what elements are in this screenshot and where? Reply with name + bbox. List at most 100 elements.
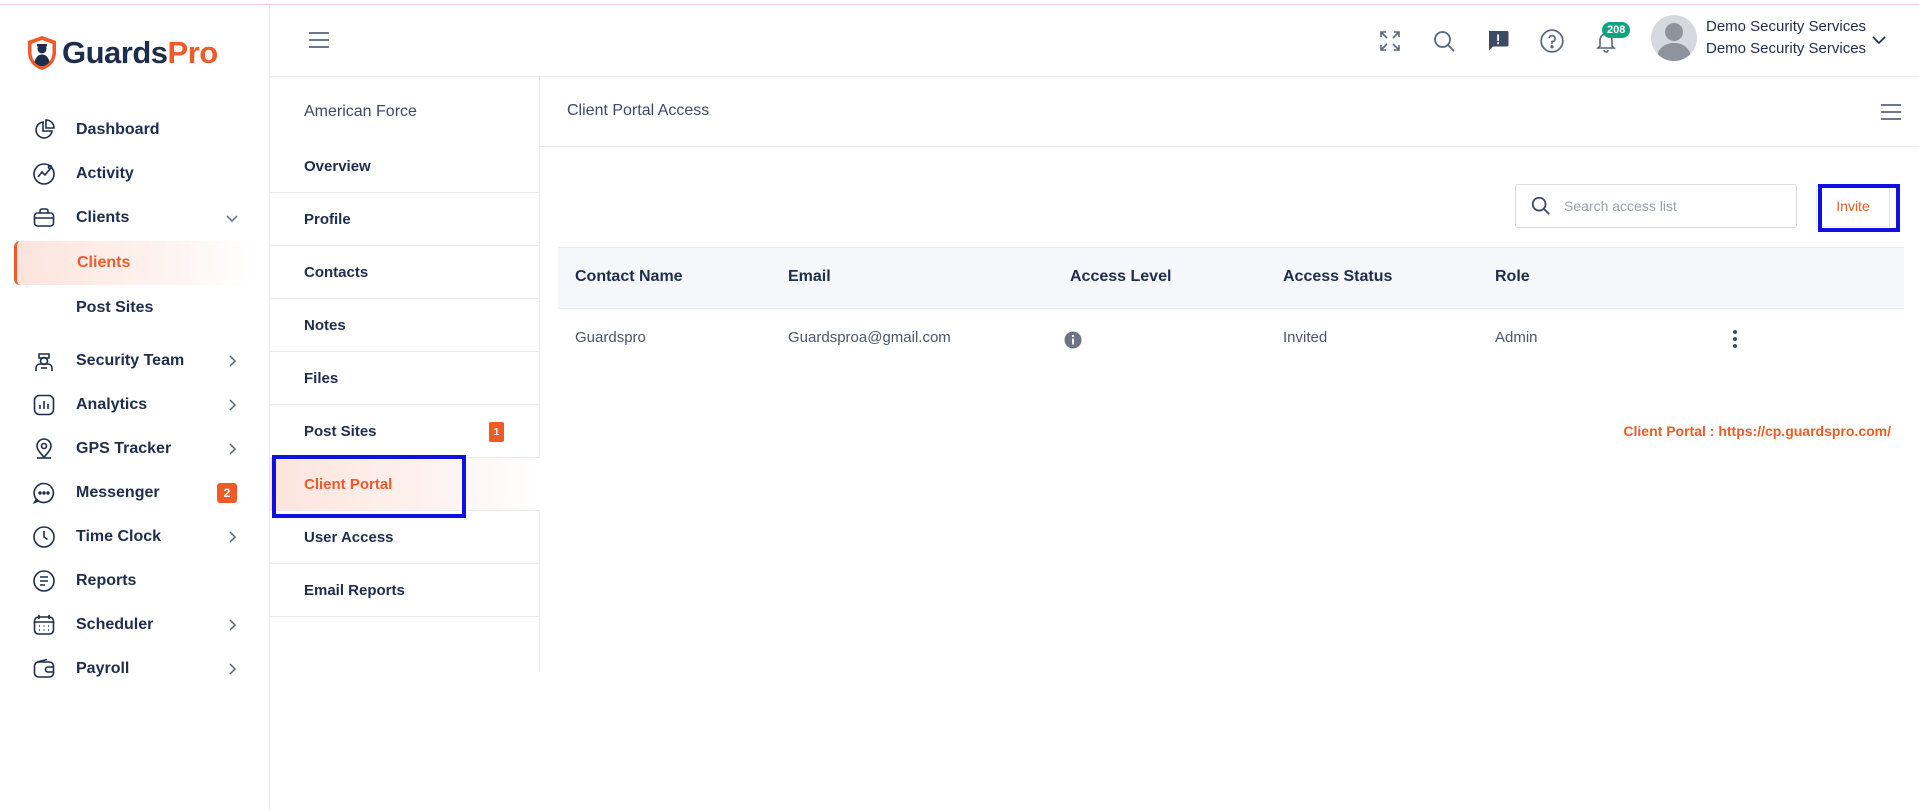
nav-payroll[interactable]: Payroll (14, 647, 254, 691)
nav-label: Activity (76, 165, 134, 182)
client-tab-label: Contacts (304, 263, 369, 281)
analytics-icon (30, 391, 58, 419)
nav-label: Clients (76, 209, 130, 226)
nav-label: Payroll (76, 660, 130, 677)
messenger-badge: 2 (217, 483, 237, 503)
nav-reports[interactable]: Reports (14, 559, 254, 603)
nav-label: Analytics (76, 396, 148, 413)
cell-contact-name: Guardspro (575, 329, 646, 346)
client-tab-label: Notes (304, 316, 346, 334)
user-avatar-icon (1656, 23, 1692, 61)
search-access-list-input[interactable] (1564, 198, 1784, 214)
nav-label: Post Sites (76, 299, 154, 316)
brand-name-part1: Guards (62, 35, 168, 70)
chevron-right-icon (229, 355, 237, 367)
client-tab-profile[interactable]: Profile (270, 193, 540, 246)
nav-security-team[interactable]: Security Team (14, 339, 254, 383)
nav-label: GPS Tracker (76, 440, 172, 457)
wallet-icon (30, 655, 58, 683)
avatar[interactable] (1651, 15, 1697, 61)
client-tab-email-reports[interactable]: Email Reports (270, 564, 540, 617)
hamburger-menu-icon[interactable] (308, 31, 330, 49)
main-content: Client Portal Access Invite Contact Name… (540, 77, 1919, 810)
column-header-role[interactable]: Role (1495, 268, 1530, 286)
client-name: American Force (304, 103, 417, 120)
nav-messenger[interactable]: Messenger 2 (14, 471, 254, 515)
nav-sub-clients[interactable]: Clients (14, 241, 254, 285)
nav-label: Messenger (76, 484, 160, 501)
top-header: 208 Demo Security Services Demo Security… (270, 5, 1919, 77)
content-header: Client Portal Access (540, 77, 1919, 147)
client-tab-user-access[interactable]: User Access (270, 511, 540, 564)
cell-access-status: Invited (1283, 329, 1328, 346)
activity-icon (30, 160, 58, 188)
map-pin-icon (30, 435, 58, 463)
notification-count-badge: 208 (1602, 22, 1631, 38)
search-box (1515, 184, 1797, 228)
chevron-right-icon (229, 531, 237, 543)
client-tab-post-sites[interactable]: Post Sites 1 (270, 405, 540, 458)
chevron-right-icon (229, 663, 237, 675)
page-title: Client Portal Access (567, 102, 710, 119)
client-tab-label: Client Portal (304, 475, 393, 493)
table-header: Contact Name Email Access Level Access S… (558, 247, 1904, 309)
client-tab-label: Post Sites (304, 422, 377, 440)
column-header-email[interactable]: Email (788, 268, 831, 286)
chat-icon (30, 479, 58, 507)
nav-dashboard[interactable]: Dashboard (14, 108, 254, 152)
nav-label: Security Team (76, 352, 185, 369)
nav-clients[interactable]: Clients (14, 196, 254, 240)
client-tab-label: User Access (304, 528, 394, 546)
client-tab-label: Email Reports (304, 581, 405, 599)
search-icon[interactable] (1430, 27, 1458, 55)
nav-analytics[interactable]: Analytics (14, 383, 254, 427)
guard-icon (30, 347, 58, 375)
invite-button[interactable]: Invite (1816, 185, 1890, 227)
column-header-access-level[interactable]: Access Level (1070, 268, 1171, 286)
column-header-contact-name[interactable]: Contact Name (575, 268, 683, 286)
column-header-access-status[interactable]: Access Status (1283, 268, 1392, 286)
chevron-down-icon[interactable] (1870, 31, 1888, 49)
nav-label: Clients (77, 254, 131, 271)
sidebar: GuardsPro Dashboard Activity Clients Cli… (0, 5, 270, 810)
nav-label: Reports (76, 572, 137, 589)
hamburger-menu-icon[interactable] (1880, 103, 1902, 121)
nav-gps-tracker[interactable]: GPS Tracker (14, 427, 254, 471)
brand-name-part2: Pro (167, 35, 219, 70)
client-tab-contacts[interactable]: Contacts (270, 246, 540, 299)
table-row: Guardspro Guardsproa@gmail.com Invited A… (558, 309, 1904, 371)
nav-scheduler[interactable]: Scheduler (14, 603, 254, 647)
client-tab-notes[interactable]: Notes (270, 299, 540, 352)
fullscreen-icon[interactable] (1376, 27, 1404, 55)
client-tab-client-portal[interactable]: Client Portal (270, 458, 540, 511)
feedback-icon[interactable] (1484, 27, 1512, 55)
nav-label: Dashboard (76, 121, 160, 138)
client-submenu: American Force Overview Profile Contacts… (270, 77, 540, 672)
nav-activity[interactable]: Activity (14, 152, 254, 196)
client-tab-label: Files (304, 369, 339, 387)
client-tab-files[interactable]: Files (270, 352, 540, 405)
info-icon[interactable] (1064, 331, 1082, 349)
post-sites-badge: 1 (489, 422, 504, 442)
brand-logo[interactable]: GuardsPro (26, 33, 218, 73)
help-icon[interactable] (1538, 27, 1566, 55)
chevron-down-icon (226, 215, 238, 223)
nav-label: Scheduler (76, 616, 154, 633)
client-portal-link[interactable]: Client Portal : https://cp.guardspro.com… (1623, 423, 1891, 439)
brand-name: GuardsPro (62, 35, 218, 71)
row-actions-kebab-icon[interactable] (1730, 327, 1740, 351)
client-tab-label: Profile (304, 210, 351, 228)
nav-label: Time Clock (76, 528, 162, 545)
pie-chart-icon (30, 116, 58, 144)
report-icon (30, 567, 58, 595)
nav-sub-post-sites[interactable]: Post Sites (14, 286, 254, 330)
chevron-right-icon (229, 619, 237, 631)
user-name[interactable]: Demo Security Services (1706, 18, 1866, 35)
nav-time-clock[interactable]: Time Clock (14, 515, 254, 559)
clock-icon (30, 523, 58, 551)
guardspro-logo-icon (28, 36, 56, 70)
calendar-icon (30, 611, 58, 639)
client-tab-overview[interactable]: Overview (270, 140, 540, 193)
cell-role: Admin (1495, 329, 1538, 346)
search-icon (1531, 196, 1550, 215)
